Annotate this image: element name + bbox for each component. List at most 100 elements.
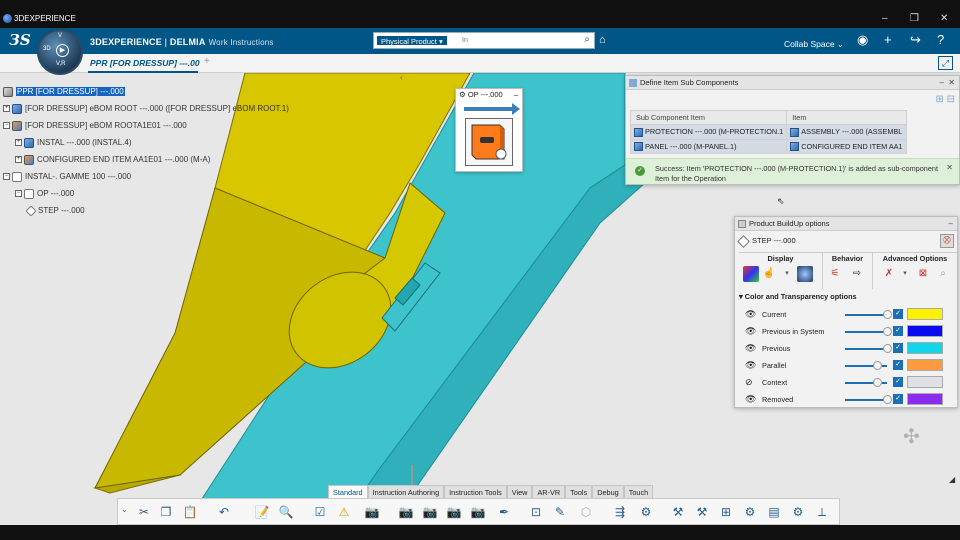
tab-touch[interactable]: Touch: [623, 485, 654, 498]
pick-icon[interactable]: ☝: [761, 266, 777, 282]
sequence-icon[interactable]: ⇨: [849, 266, 865, 282]
delete-capture-icon[interactable]: 📷: [470, 504, 486, 520]
eye-icon[interactable]: 👁: [745, 343, 756, 354]
lock-icon[interactable]: ⛒: [940, 234, 954, 248]
copy-icon[interactable]: ❐: [158, 504, 174, 520]
eye-icon[interactable]: 👁: [745, 394, 756, 405]
layout-icon[interactable]: ▤: [766, 504, 782, 520]
tool-icon[interactable]: ⚒: [670, 504, 686, 520]
table-row[interactable]: PANEL ---.000 (M-PANEL.1) CONFIGURED END…: [629, 138, 907, 155]
tab-ppr[interactable]: PPR [FOR DRESSUP] ---.00: [90, 58, 200, 68]
visibility-checkbox[interactable]: ✓: [893, 377, 903, 387]
tab-tools[interactable]: Tools: [565, 485, 593, 498]
slider-knob[interactable]: [872, 378, 882, 387]
search-scope-dropdown[interactable]: Physical Product ▾: [376, 35, 448, 46]
remove-icon[interactable]: ⊠: [915, 266, 931, 282]
add-icon[interactable]: +: [884, 32, 892, 47]
color-swatch[interactable]: [907, 325, 943, 337]
collapse-action-bar-icon[interactable]: ⌄: [121, 505, 128, 514]
expand-icon[interactable]: −: [15, 190, 22, 198]
camera-icon[interactable]: 📷: [364, 504, 380, 520]
tree-node-step[interactable]: STEP ---.000: [25, 205, 85, 217]
color-cube-icon[interactable]: [743, 266, 759, 282]
maximize-button[interactable]: ❐: [910, 13, 919, 24]
help-icon[interactable]: ?: [937, 32, 944, 47]
slider-knob[interactable]: [883, 310, 892, 319]
filter-icon[interactable]: ⚟: [827, 266, 843, 282]
minimize-button[interactable]: –: [882, 13, 888, 24]
tab-debug[interactable]: Debug: [592, 485, 624, 498]
eye-off-icon[interactable]: ⊘: [745, 377, 753, 388]
expand-icon[interactable]: +: [3, 105, 10, 113]
paste-icon[interactable]: 📋: [182, 504, 198, 520]
tab-view[interactable]: View: [506, 485, 533, 498]
pencil-icon[interactable]: ✎: [552, 504, 568, 520]
resize-corner-icon[interactable]: ◢: [949, 475, 955, 484]
color-swatch[interactable]: [907, 359, 943, 371]
dimension-icon[interactable]: ⊡: [528, 504, 544, 520]
expand-icon[interactable]: −: [3, 122, 10, 130]
slider-knob[interactable]: [883, 344, 892, 353]
new-tab-button[interactable]: +: [204, 56, 210, 67]
eye-icon[interactable]: 👁: [745, 360, 756, 371]
collab-space-selector[interactable]: Collab Space ⌄: [784, 39, 844, 50]
tab-ar-vr[interactable]: AR-VR: [532, 485, 566, 498]
table-row[interactable]: PROTECTION ---.000 (M-PROTECTION.1 ASSEM…: [629, 124, 907, 140]
search-document-icon[interactable]: 🔍: [278, 504, 294, 520]
transparency-slider[interactable]: [845, 348, 887, 350]
assembly-link-icon[interactable]: ⚙: [790, 504, 806, 520]
tree-node-instal[interactable]: + INSTAL ---.000 (INSTAL.4): [15, 137, 132, 149]
tab-standard[interactable]: Standard: [328, 485, 368, 498]
tree-node-op[interactable]: − OP ---.000: [15, 188, 74, 200]
tree-node-ebom-root[interactable]: + [FOR DRESSUP] eBOM ROOT ---.000 ([FOR D…: [3, 103, 289, 115]
visibility-checkbox[interactable]: ✓: [893, 343, 903, 353]
user-avatar-icon[interactable]: ◉: [857, 32, 868, 48]
edit-document-icon[interactable]: 📝: [254, 504, 270, 520]
annotation-icon[interactable]: ✒: [496, 504, 512, 520]
search-icon[interactable]: ⌕: [584, 34, 590, 45]
dropdown-icon[interactable]: ▾: [779, 266, 795, 282]
dropdown-icon[interactable]: ▾: [897, 266, 913, 282]
slider-knob[interactable]: [872, 361, 882, 370]
visibility-checkbox[interactable]: ✓: [893, 360, 903, 370]
capture-icon[interactable]: 📷: [398, 504, 414, 520]
cut-icon[interactable]: ✂: [136, 504, 152, 520]
collapse-tree-icon[interactable]: ‹: [400, 73, 403, 82]
op-preview-minimize-button[interactable]: –: [514, 89, 518, 101]
warning-icon[interactable]: ⚠: [336, 504, 352, 520]
expand-icon[interactable]: −: [3, 173, 10, 181]
color-transparency-section[interactable]: ▾ Color and Transparency options: [739, 292, 857, 301]
visibility-checkbox[interactable]: ✓: [893, 309, 903, 319]
color-swatch[interactable]: [907, 342, 943, 354]
play-icon[interactable]: ▶: [56, 44, 69, 57]
transparency-slider[interactable]: [845, 399, 887, 401]
slider-knob[interactable]: [883, 395, 892, 404]
operation-preview-panel[interactable]: ⚙ OP ---.000 –: [455, 88, 523, 172]
fullscreen-icon[interactable]: ⤢: [938, 56, 953, 70]
check-document-icon[interactable]: ☑: [312, 504, 328, 520]
axis-icon[interactable]: ⟂: [814, 504, 830, 520]
color-swatch[interactable]: [907, 308, 943, 320]
close-window-button[interactable]: ✕: [940, 13, 948, 24]
sequence-icon[interactable]: ⇶: [612, 504, 628, 520]
ds-logo-icon[interactable]: ЗS: [9, 31, 31, 49]
exclude-icon[interactable]: ✗: [881, 266, 897, 282]
eye-icon[interactable]: 👁: [745, 326, 756, 337]
tree-node-configured-end-item[interactable]: + CONFIGURED END ITEM AA1E01 ---.000 (M-A…: [15, 154, 210, 166]
share-icon[interactable]: ↪: [910, 32, 921, 48]
settings-icon[interactable]: ⚙: [638, 504, 654, 520]
tree-node-gamme[interactable]: − INSTAL-. GAMME 100 ---.000: [3, 171, 131, 183]
slider-knob[interactable]: [883, 327, 892, 336]
tree-node-ebom-roota[interactable]: − [FOR DRESSUP] eBOM ROOTA1E01 ---.000: [3, 120, 187, 132]
tab-instruction-authoring[interactable]: Instruction Authoring: [367, 485, 445, 498]
tag-icon[interactable]: ⌂: [599, 34, 606, 46]
resource-icon[interactable]: ⚒: [694, 504, 710, 520]
search-input[interactable]: [462, 35, 572, 46]
eye-icon[interactable]: 👁: [745, 309, 756, 320]
capture-edit-icon[interactable]: 📷: [446, 504, 462, 520]
dismiss-message-button[interactable]: ✕: [946, 163, 953, 172]
panel-minimize-button[interactable]: –: [940, 76, 944, 90]
capture-disabled-icon[interactable]: 📷: [422, 504, 438, 520]
gear-link-icon[interactable]: ⚙: [742, 504, 758, 520]
search-options-icon[interactable]: ⌕: [935, 266, 951, 282]
